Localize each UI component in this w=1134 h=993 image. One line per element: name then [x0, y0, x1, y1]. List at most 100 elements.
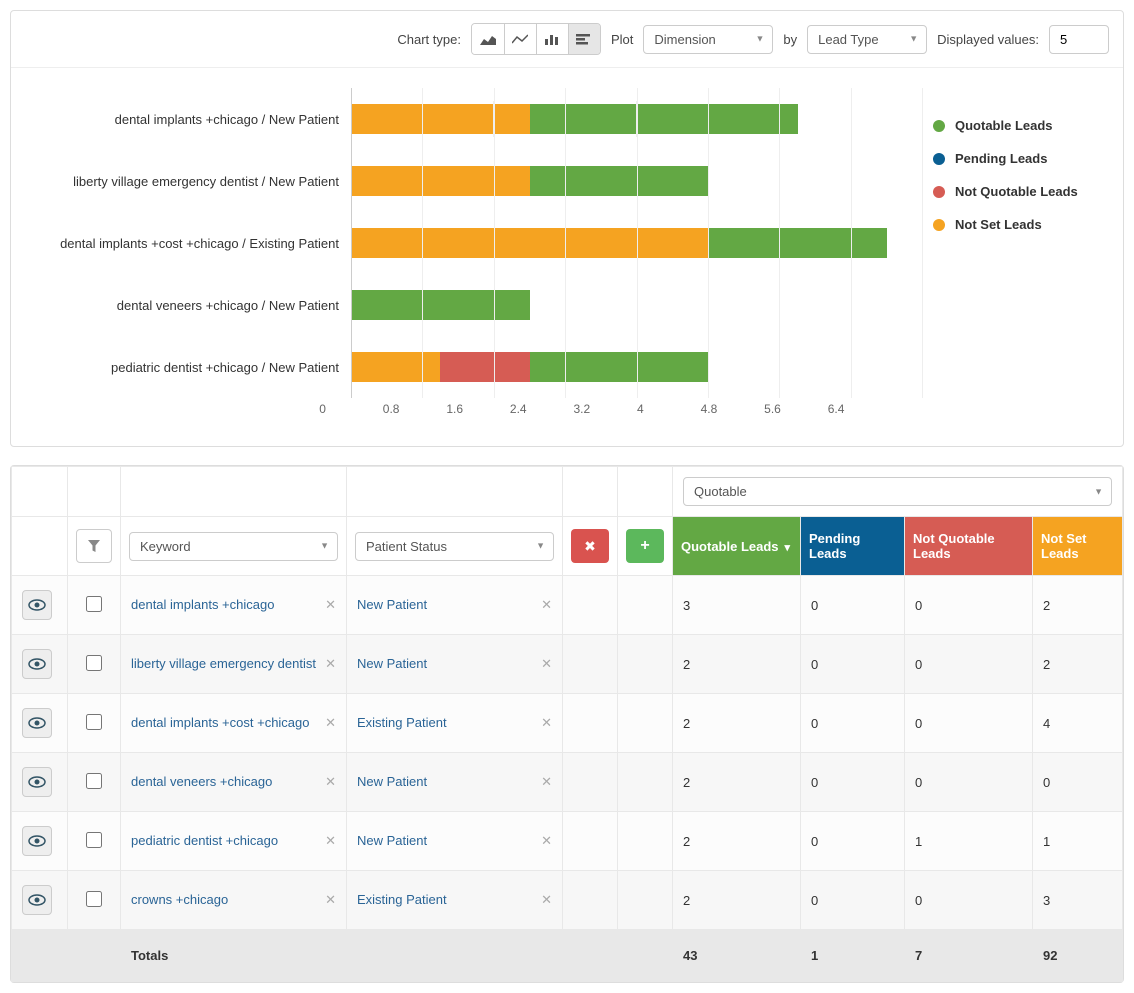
table-row: liberty village emergency dentist ✕ New Pa…: [12, 635, 1123, 694]
bar: [351, 163, 923, 199]
by-select[interactable]: Lead Type: [807, 25, 927, 54]
eye-icon: [28, 776, 46, 788]
keyword-link[interactable]: dental veneers +chicago: [131, 774, 272, 789]
row-checkbox[interactable]: [86, 773, 102, 789]
clear-icon[interactable]: ✕: [541, 597, 552, 613]
bar: [351, 225, 923, 261]
bar: [351, 287, 923, 323]
clear-icon[interactable]: ✕: [325, 892, 336, 908]
keyword-link[interactable]: dental implants +cost +chicago: [131, 715, 310, 730]
legend-notset[interactable]: Not Set Leads: [933, 217, 1093, 232]
bar-segment[interactable]: [351, 290, 530, 320]
charttype-column-button[interactable]: [536, 24, 568, 54]
status-link[interactable]: Existing Patient: [357, 715, 447, 730]
x-tick: 6.4: [828, 402, 892, 416]
col-quotable[interactable]: Quotable Leads▾: [673, 517, 801, 576]
dimension1-select[interactable]: Keyword: [129, 532, 338, 561]
charttype-line-button[interactable]: [504, 24, 536, 54]
circle-icon: [933, 120, 945, 132]
view-row-button[interactable]: [22, 590, 52, 620]
chart-panel: Chart type: Plot Dimension by Lead Type …: [10, 10, 1124, 447]
add-dimension-button[interactable]: +: [626, 529, 664, 563]
table-panel: Quotable Quotable Leads❤ Pending Leads N…: [10, 465, 1124, 983]
circle-icon: [933, 153, 945, 165]
keyword-link[interactable]: crowns +chicago: [131, 892, 228, 907]
keyword-link[interactable]: dental implants +chicago: [131, 597, 274, 612]
view-row-button[interactable]: [22, 885, 52, 915]
clear-icon[interactable]: ✕: [325, 715, 336, 731]
table-row: dental veneers +chicago✕New Patient✕2000: [12, 753, 1123, 812]
bar: [351, 101, 923, 137]
eye-icon: [28, 894, 46, 906]
metric-select[interactable]: Quotable: [683, 477, 1112, 506]
eye-icon: [28, 717, 46, 729]
bar-segment[interactable]: [351, 166, 530, 196]
row-checkbox[interactable]: [86, 832, 102, 848]
x-tick: 0: [319, 402, 383, 416]
bar-segment[interactable]: [351, 352, 440, 382]
view-row-button[interactable]: [22, 826, 52, 856]
bar-segment[interactable]: [351, 228, 709, 258]
funnel-icon: [87, 539, 101, 553]
legend-notquotable[interactable]: Not Quotable Leads: [933, 184, 1093, 199]
filter-button[interactable]: [76, 529, 112, 563]
bar-segment[interactable]: [351, 104, 530, 134]
bar-segment[interactable]: [530, 166, 709, 196]
clear-icon[interactable]: ✕: [325, 656, 336, 672]
category-label: dental implants +chicago / New Patient: [31, 112, 351, 127]
clear-icon[interactable]: ✕: [325, 833, 336, 849]
status-link[interactable]: Existing Patient: [357, 892, 447, 907]
keyword-link[interactable]: liberty village emergency dentist: [131, 656, 316, 671]
col-notset[interactable]: Not Set Leads: [1033, 517, 1123, 576]
row-checkbox[interactable]: [86, 714, 102, 730]
charttype-hbar-button[interactable]: [568, 24, 600, 54]
table-row: dental implants +cost +chicago ✕ Existing …: [12, 694, 1123, 753]
view-row-button[interactable]: [22, 649, 52, 679]
bar-segment[interactable]: [530, 104, 798, 134]
charttype-area-button[interactable]: [472, 24, 504, 54]
clear-icon[interactable]: ✕: [541, 833, 552, 849]
legend: Quotable Leads Pending Leads Not Quotabl…: [923, 88, 1103, 416]
legend-quotable[interactable]: Quotable Leads: [933, 118, 1093, 133]
keyword-link[interactable]: pediatric dentist +chicago: [131, 833, 278, 848]
clear-icon[interactable]: ✕: [325, 774, 336, 790]
eye-icon: [28, 658, 46, 670]
row-checkbox[interactable]: [86, 655, 102, 671]
bar-segment[interactable]: [440, 352, 529, 382]
status-link[interactable]: New Patient: [357, 833, 427, 848]
clear-icon[interactable]: ✕: [541, 892, 552, 908]
dimension2-select[interactable]: Patient Status: [355, 532, 554, 561]
bar-segment[interactable]: [530, 352, 709, 382]
category-label: liberty village emergency dentist / New …: [31, 174, 351, 189]
col-notquotable[interactable]: Not Quotable Leads: [905, 517, 1033, 576]
x-tick: 4: [637, 402, 701, 416]
clear-icon[interactable]: ✕: [541, 656, 552, 672]
status-link[interactable]: New Patient: [357, 656, 427, 671]
legend-pending[interactable]: Pending Leads: [933, 151, 1093, 166]
clear-icon[interactable]: ✕: [325, 597, 336, 613]
status-link[interactable]: New Patient: [357, 774, 427, 789]
circle-icon: [933, 186, 945, 198]
table-row: crowns +chicago✕Existing Patient✕2003: [12, 871, 1123, 930]
clear-icon[interactable]: ✕: [541, 715, 552, 731]
table-row: dental implants +chicago✕New Patient✕300…: [12, 576, 1123, 635]
chart-row: liberty village emergency dentist / New …: [31, 150, 923, 212]
remove-dimension-button[interactable]: ✖: [571, 529, 609, 563]
col-pending[interactable]: Pending Leads: [801, 517, 905, 576]
chart-row: pediatric dentist +chicago / New Patient: [31, 336, 923, 398]
status-link[interactable]: New Patient: [357, 597, 427, 612]
bar-segment[interactable]: [709, 228, 888, 258]
totals-row: Totals 43 1 7 92: [12, 930, 1123, 982]
x-tick: 1.6: [446, 402, 510, 416]
row-checkbox[interactable]: [86, 596, 102, 612]
displayed-values-input[interactable]: [1049, 25, 1109, 54]
view-row-button[interactable]: [22, 767, 52, 797]
category-label: dental implants +cost +chicago / Existin…: [31, 236, 351, 251]
clear-icon[interactable]: ✕: [541, 774, 552, 790]
view-row-button[interactable]: [22, 708, 52, 738]
by-label: by: [783, 32, 797, 47]
row-checkbox[interactable]: [86, 891, 102, 907]
table-row: pediatric dentist +chicago✕New Patient✕2…: [12, 812, 1123, 871]
x-tick: 5.6: [764, 402, 828, 416]
plot-select[interactable]: Dimension: [643, 25, 773, 54]
